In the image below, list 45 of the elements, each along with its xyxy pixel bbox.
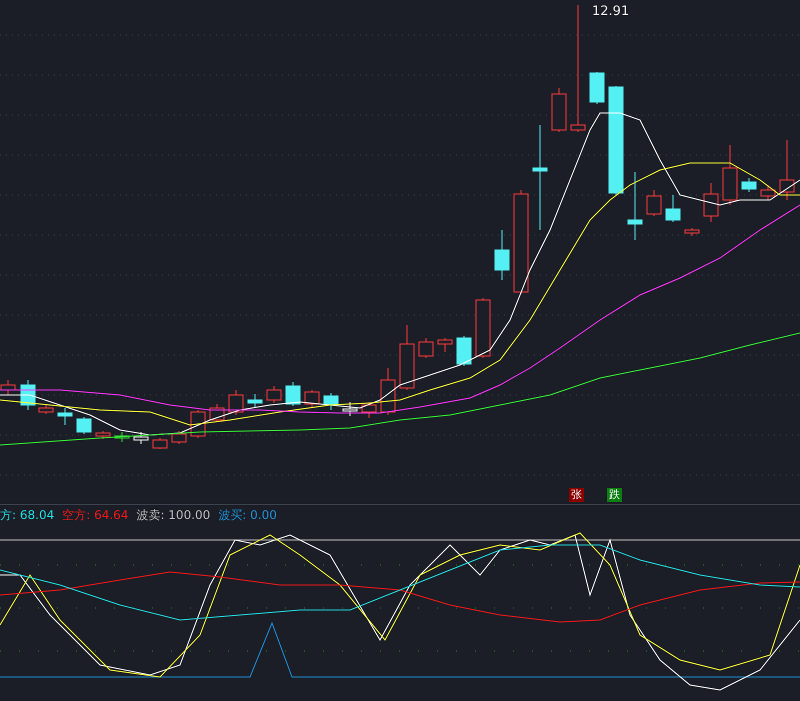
candlestick — [152, 438, 168, 450]
candlestick — [722, 144, 738, 206]
candlestick — [134, 432, 148, 444]
candlestick — [38, 404, 54, 414]
candlestick — [96, 430, 110, 440]
candlestick — [684, 228, 700, 236]
price-label: 12.91 — [592, 3, 630, 21]
candlestick — [58, 408, 72, 426]
legend-label: 空方: 64.64 — [62, 507, 128, 524]
candlestick — [552, 88, 566, 132]
candlestick — [628, 172, 642, 240]
candlestick — [418, 338, 434, 358]
candlestick — [190, 410, 206, 438]
candlestick — [438, 338, 452, 352]
legend-label: 方: 68.04 — [0, 507, 54, 524]
legend-label: 波买: 0.00 — [218, 507, 277, 524]
candlestick — [248, 394, 262, 408]
candlestick — [400, 324, 414, 390]
candlestick — [780, 140, 794, 200]
candlestick — [760, 184, 776, 200]
candlestick — [362, 402, 376, 418]
candlestick — [742, 178, 756, 192]
candlestick — [76, 416, 92, 434]
candlestick — [0, 380, 16, 396]
candlestick — [704, 182, 718, 222]
candlestick — [494, 230, 510, 280]
candlestick — [304, 390, 320, 408]
candlestick — [342, 402, 358, 416]
candlestick — [286, 382, 300, 406]
candlestick — [228, 390, 244, 416]
candlestick — [646, 190, 662, 216]
candlestick — [476, 298, 490, 358]
candlestick — [380, 368, 396, 416]
candlestick — [590, 72, 604, 104]
signal-marker: 张 — [569, 488, 584, 502]
candlestick — [114, 432, 130, 442]
candlestick — [456, 336, 472, 366]
candlestick — [324, 392, 338, 410]
candlestick — [266, 386, 282, 404]
candlestick — [20, 380, 36, 410]
candlestick — [210, 404, 224, 422]
candlestick — [666, 194, 680, 222]
candlestick — [172, 430, 186, 444]
signal-marker: 跌 — [607, 488, 622, 502]
legend-label: 波卖: 100.00 — [136, 507, 210, 524]
